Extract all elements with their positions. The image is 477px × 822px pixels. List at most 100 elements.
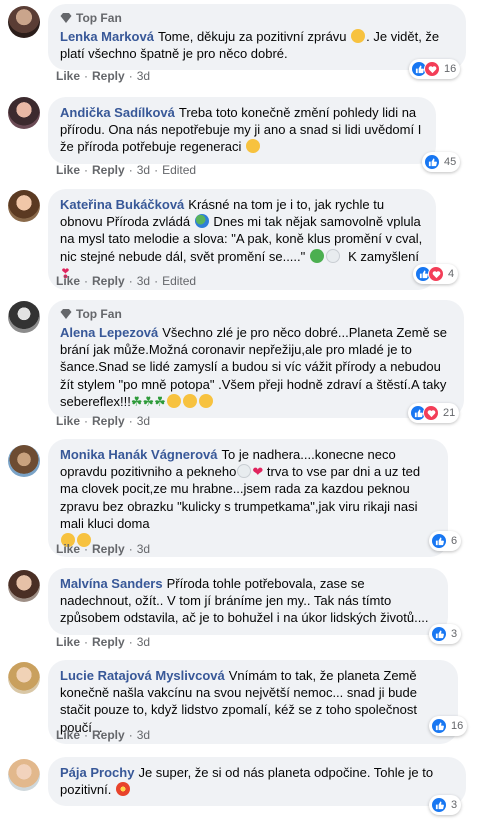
timestamp[interactable]: 3d xyxy=(137,274,150,288)
like-button[interactable]: Like xyxy=(56,274,80,288)
author-name[interactable]: Lenka Marková xyxy=(60,29,154,44)
reply-button[interactable]: Reply xyxy=(92,728,125,742)
reaction-summary[interactable]: 21 xyxy=(408,403,460,423)
reaction-summary[interactable]: 4 xyxy=(413,264,459,284)
comment: Pája Prochy Je super, že si od nás planet… xyxy=(0,757,477,822)
author-name[interactable]: Malvína Sanders xyxy=(60,576,163,591)
avatar[interactable] xyxy=(8,445,40,477)
avatar[interactable] xyxy=(8,6,40,38)
separator: · xyxy=(128,635,133,649)
avatar[interactable] xyxy=(8,759,40,791)
avatar[interactable] xyxy=(8,97,40,129)
reaction-count: 4 xyxy=(448,268,455,280)
smile-emoji-icon xyxy=(198,393,213,408)
author-name[interactable]: Pája Prochy xyxy=(60,765,134,780)
like-reaction-icon xyxy=(431,797,447,813)
timestamp[interactable]: 3d xyxy=(137,69,150,83)
reaction-summary[interactable]: 3 xyxy=(429,795,462,815)
comment-bubble: Malvína Sanders Příroda tohle potřebovala… xyxy=(48,568,448,635)
reaction-summary[interactable]: 16 xyxy=(429,716,468,736)
dove-emoji-icon xyxy=(325,248,340,263)
reply-button[interactable]: Reply xyxy=(92,414,125,428)
author-name[interactable]: Lucie Ratajová Myslivcová xyxy=(60,668,225,683)
reaction-count: 3 xyxy=(451,799,458,811)
top-fan-badge: Top Fan xyxy=(60,11,454,25)
like-button[interactable]: Like xyxy=(56,728,80,742)
reaction-count: 16 xyxy=(451,720,464,732)
avatar[interactable] xyxy=(8,570,40,602)
reply-button[interactable]: Reply xyxy=(92,163,125,177)
author-name[interactable]: Alena Lepezová xyxy=(60,325,158,340)
reply-button[interactable]: Reply xyxy=(92,635,125,649)
comment-text: Tome, děkuju za pozitivní zprávu xyxy=(157,29,347,44)
comment-actions: Like · Reply · 3d xyxy=(56,69,150,83)
separator: · xyxy=(84,728,89,742)
timestamp[interactable]: 3d xyxy=(137,635,150,649)
comment-bubble: Top Fan Alena Lepezová Všechno zlé je pro… xyxy=(48,300,464,419)
reaction-summary[interactable]: 16 xyxy=(409,59,461,79)
separator: · xyxy=(128,728,133,742)
reply-button[interactable]: Reply xyxy=(92,542,125,556)
separator: · xyxy=(84,414,89,428)
timestamp[interactable]: 3d xyxy=(137,414,150,428)
red-heart-emoji-icon: ❤ xyxy=(252,464,264,480)
top-fan-badge: Top Fan xyxy=(60,307,452,321)
comment-actions: Like · Reply · 3d xyxy=(56,728,150,742)
reaction-summary[interactable]: 3 xyxy=(429,624,462,644)
reaction-count: 3 xyxy=(451,628,458,640)
reply-button[interactable]: Reply xyxy=(92,274,125,288)
edited-label[interactable]: Edited xyxy=(162,163,196,177)
avatar[interactable] xyxy=(8,662,40,694)
timestamp[interactable]: 3d xyxy=(137,163,150,177)
comment-actions: Like · Reply · 3d · Edited xyxy=(56,163,196,177)
like-reaction-icon xyxy=(431,533,447,549)
comment: Monika Hanák Vágnerová To je nadhera....k… xyxy=(0,437,477,562)
comment-bubble: Top Fan Lenka Marková Tome, děkuju za poz… xyxy=(48,4,466,71)
smile-emoji-icon xyxy=(246,139,261,154)
avatar[interactable] xyxy=(8,301,40,333)
like-button[interactable]: Like xyxy=(56,69,80,83)
timestamp[interactable]: 3d xyxy=(137,728,150,742)
separator: · xyxy=(84,274,89,288)
separator: · xyxy=(84,69,89,83)
smirk-emoji-icon xyxy=(351,29,366,43)
author-name[interactable]: Andička Sadílková xyxy=(60,105,175,120)
like-button[interactable]: Like xyxy=(56,414,80,428)
comment: Top Fan Lenka Marková Tome, děkuju za poz… xyxy=(0,0,477,90)
separator: · xyxy=(154,274,159,288)
love-reaction-icon xyxy=(424,61,440,77)
reaction-count: 45 xyxy=(444,156,457,168)
separator: · xyxy=(128,69,133,83)
like-button[interactable]: Like xyxy=(56,163,80,177)
reaction-summary[interactable]: 6 xyxy=(429,531,462,551)
like-button[interactable]: Like xyxy=(56,635,80,649)
reaction-summary[interactable]: 45 xyxy=(422,152,461,172)
comment-text-cont: K zamyšlení xyxy=(348,248,419,264)
author-name[interactable]: Monika Hanák Vágnerová xyxy=(60,447,218,462)
separator: · xyxy=(84,163,89,177)
green-heart-emoji-icon xyxy=(309,248,324,263)
comment: Lucie Ratajová Myslivcová Vnímám to tak, … xyxy=(0,660,477,750)
separator: · xyxy=(128,163,133,177)
separator: · xyxy=(154,163,159,177)
comment-actions: Like · Reply · 3d · Edited xyxy=(56,274,196,288)
reply-button[interactable]: Reply xyxy=(92,69,125,83)
timestamp[interactable]: 3d xyxy=(137,542,150,556)
avatar[interactable] xyxy=(8,190,40,222)
comment-text-cont: nic stejné nebude dál, svět promění se..… xyxy=(60,248,306,264)
comment: Top Fan Alena Lepezová Všechno zlé je pro… xyxy=(0,298,477,433)
hibiscus-emoji-icon xyxy=(115,782,130,797)
separator: · xyxy=(84,635,89,649)
author-name[interactable]: Kateřina Bukáčková xyxy=(60,197,184,212)
comment: Malvína Sanders Příroda tohle potřebovala… xyxy=(0,568,477,658)
diamond-icon xyxy=(60,309,72,319)
like-button[interactable]: Like xyxy=(56,542,80,556)
edited-label[interactable]: Edited xyxy=(162,274,196,288)
separator: · xyxy=(128,414,133,428)
comment-actions: Like · Reply · 3d xyxy=(56,542,150,556)
comment-bubble: Pája Prochy Je super, že si od nás planet… xyxy=(48,757,466,807)
comment: Kateřina Bukáčková Krásné na tom je i to,… xyxy=(0,188,477,293)
smile-emoji-icon xyxy=(182,393,197,408)
separator: · xyxy=(128,542,133,556)
comment-feed: Top Fan Lenka Marková Tome, děkuju za poz… xyxy=(0,0,477,822)
